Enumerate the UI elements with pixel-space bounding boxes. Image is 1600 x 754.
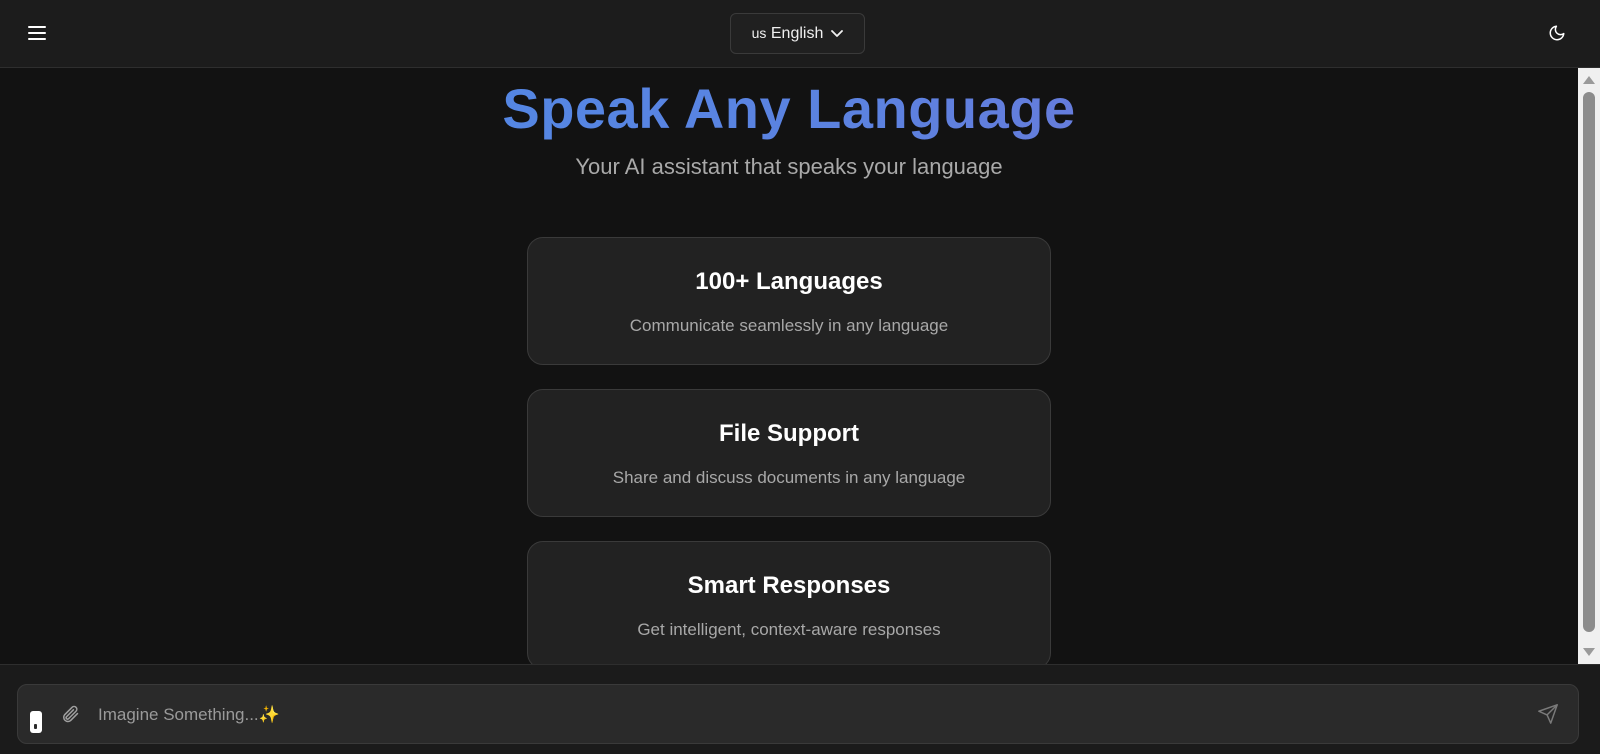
moon-icon — [1549, 25, 1565, 41]
send-icon — [1538, 704, 1558, 724]
top-header: us English — [0, 0, 1600, 68]
feature-card-smart-responses: Smart Responses Get intelligent, context… — [527, 541, 1051, 664]
menu-button[interactable] — [24, 20, 50, 46]
paperclip-icon — [63, 705, 79, 723]
hero-subtitle: Your AI assistant that speaks your langu… — [575, 154, 1003, 179]
scrollbar-thumb[interactable] — [1583, 92, 1595, 632]
feature-card-title: Smart Responses — [687, 572, 891, 599]
feature-card-title: File Support — [719, 420, 859, 447]
feature-card-description: Communicate seamlessly in any language — [629, 316, 949, 335]
chat-input[interactable] — [98, 697, 1498, 733]
composer-bar — [0, 664, 1600, 754]
composer-box — [17, 684, 1579, 744]
attach-file-button[interactable] — [58, 701, 82, 727]
feature-card-description: Get intelligent, context-aware responses — [637, 620, 941, 639]
feature-card-title: 100+ Languages — [695, 268, 883, 295]
hamburger-menu-icon — [28, 26, 46, 40]
language-label: English — [770, 24, 824, 42]
feature-card-languages: 100+ Languages Communicate seamlessly in… — [527, 237, 1051, 365]
feature-card-file-support: File Support Share and discuss documents… — [527, 389, 1051, 517]
scroll-up-arrow-icon[interactable] — [1583, 76, 1595, 84]
feature-card-description: Share and discuss documents in any langu… — [612, 468, 966, 487]
vertical-scrollbar[interactable] — [1578, 68, 1600, 664]
send-button[interactable] — [1534, 700, 1562, 728]
language-select[interactable]: us English — [730, 13, 865, 54]
hero-title: Speak Any Language — [0, 76, 1578, 141]
app-window: us English Speak Any Language Your AI as… — [0, 0, 1600, 754]
flag-us-icon: us — [751, 24, 767, 41]
chevron-down-icon — [831, 29, 844, 37]
microphone-button[interactable] — [30, 711, 42, 733]
scroll-down-arrow-icon[interactable] — [1583, 648, 1595, 656]
theme-toggle-button[interactable] — [1544, 20, 1570, 46]
main-content: Speak Any Language Your AI assistant tha… — [0, 68, 1578, 664]
